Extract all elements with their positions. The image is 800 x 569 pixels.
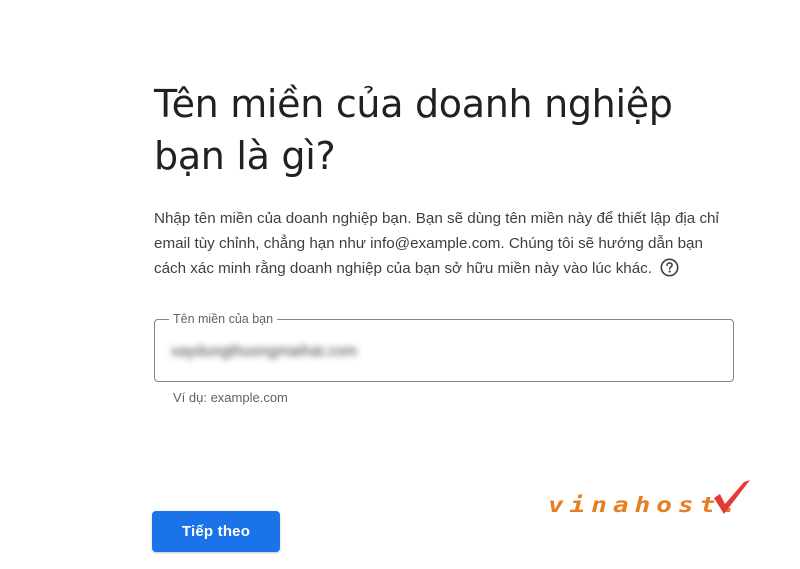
- description-text: Nhập tên miền của doanh nghiệp bạn. Bạn …: [154, 210, 719, 277]
- page-title: Tên miền của doanh nghiệp bạn là gì?: [154, 82, 673, 178]
- red-checkmark-icon: [714, 480, 750, 514]
- domain-field[interactable]: Tên miền của bạn: [154, 311, 734, 382]
- domain-setup-page: Tên miền của doanh nghiệp bạn là gì? Nhậ…: [0, 0, 800, 569]
- domain-hint: Ví dụ: example.com: [173, 390, 288, 405]
- next-button[interactable]: Tiếp theo: [152, 511, 280, 552]
- vinahost-logo: vinahost.: [548, 476, 758, 524]
- domain-input[interactable]: [171, 340, 711, 364]
- help-circle-icon[interactable]: [660, 258, 679, 277]
- description-block: Nhập tên miền của doanh nghiệp bạn. Bạn …: [154, 206, 739, 281]
- domain-field-label: Tên miền của bạn: [169, 311, 278, 327]
